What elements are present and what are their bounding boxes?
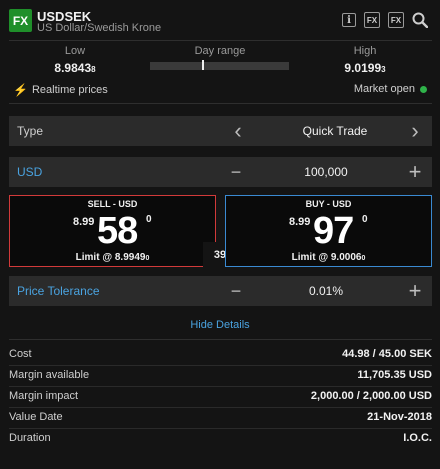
realtime-label: Realtime prices (31, 84, 108, 96)
sell-price-prefix: 8.99 (73, 216, 95, 228)
sell-price-fraction: 0 (146, 214, 152, 225)
status-divider (9, 103, 432, 104)
amount-row: USD − 100,000 + (9, 157, 432, 187)
detail-value: 21-Nov-2018 (367, 411, 432, 423)
low-label: Low (64, 45, 86, 57)
detail-value: 11,705.35 USD (357, 369, 432, 381)
detail-row-value-date: Value Date 21-Nov-2018 (9, 407, 432, 428)
tolerance-increase-button[interactable]: + (403, 278, 427, 303)
buy-button[interactable]: BUY - USD 8.99 97 0 Limit @ 9.00060 (225, 195, 432, 267)
buy-title: BUY - USD (305, 199, 352, 209)
tolerance-decrease-button[interactable]: − (224, 279, 248, 303)
chevron-right-icon[interactable]: › (403, 118, 427, 143)
hide-details-link[interactable]: Hide Details (0, 319, 440, 331)
detail-value: 2,000.00 / 2,000.00 USD (310, 390, 432, 402)
amount-input[interactable]: 100,000 (251, 165, 401, 179)
amount-currency-label: USD (17, 165, 43, 179)
detail-key: Cost (9, 348, 32, 360)
day-range-label: Day range (194, 45, 246, 57)
high-value-pip: 3 (381, 65, 386, 74)
detail-key: Margin impact (9, 390, 79, 402)
tolerance-input[interactable]: 0.01% (251, 284, 401, 298)
sell-title: SELL - USD (87, 199, 138, 209)
low-value: 8.98438 (40, 61, 110, 75)
info-icon[interactable]: i (342, 13, 356, 27)
high-value-main: 9.0199 (344, 61, 382, 75)
detail-row-margin-available: Margin available 11,705.35 USD (9, 365, 432, 386)
order-type-value: Quick Trade (302, 124, 368, 138)
amount-decrease-button[interactable]: − (224, 160, 248, 184)
high-value: 9.01993 (330, 61, 400, 75)
buy-price-pips: 97 (313, 210, 354, 252)
buy-price-prefix: 8.99 (289, 216, 311, 228)
instrument-header: FX USDSEK US Dollar/Swedish Krone i FX F… (0, 0, 440, 40)
sell-limit-pip: 0 (145, 255, 150, 262)
fx-alert-icon[interactable]: FX (388, 12, 404, 28)
market-open-dot-icon (420, 85, 427, 93)
amount-increase-button[interactable]: + (403, 159, 427, 184)
low-value-pip: 8 (91, 65, 96, 74)
detail-row-duration: Duration I.O.C. (9, 428, 432, 449)
detail-key: Margin available (9, 369, 90, 381)
sell-button[interactable]: SELL - USD 8.99 58 0 Limit @ 8.99490 (9, 195, 216, 267)
lightning-icon: ⚡ (13, 83, 28, 97)
detail-row-margin-impact: Margin impact 2,000.00 / 2,000.00 USD (9, 386, 432, 407)
high-label: High (353, 45, 377, 57)
header-divider (9, 40, 432, 41)
detail-value: 44.98 / 45.00 SEK (342, 348, 432, 360)
detail-key: Duration (9, 432, 51, 444)
day-range-marker (201, 60, 204, 70)
detail-key: Value Date (9, 411, 63, 423)
price-tolerance-row: Price Tolerance − 0.01% + (9, 276, 432, 306)
low-value-main: 8.9843 (54, 61, 92, 75)
buy-limit-pip: 0 (361, 255, 366, 262)
sell-limit: Limit @ 8.99490 (10, 252, 215, 263)
buy-limit: Limit @ 9.00060 (226, 252, 431, 263)
market-status: Market open (354, 83, 427, 95)
price-tolerance-label[interactable]: Price Tolerance (17, 284, 100, 298)
day-range-bar (150, 62, 289, 70)
search-icon[interactable] (412, 12, 428, 28)
fx-chart-icon[interactable]: FX (364, 12, 380, 28)
details-divider (9, 339, 432, 340)
instrument-name: US Dollar/Swedish Krone (37, 22, 162, 34)
sell-limit-text: Limit @ 8.9949 (75, 252, 146, 263)
order-type-label: Type (17, 124, 44, 138)
fx-badge: FX (9, 9, 32, 32)
header-toolbar: i FX FX (342, 12, 428, 28)
realtime-status: ⚡ Realtime prices (13, 83, 108, 97)
chevron-left-icon[interactable]: ‹ (226, 118, 250, 143)
detail-value: I.O.C. (403, 432, 432, 444)
buy-limit-text: Limit @ 9.0006 (291, 252, 362, 263)
buy-price-fraction: 0 (362, 214, 368, 225)
market-label: Market open (353, 83, 415, 95)
sell-price-pips: 58 (97, 210, 138, 252)
detail-row-cost: Cost 44.98 / 45.00 SEK (9, 344, 432, 365)
order-type-row: Type ‹ Quick Trade › (9, 116, 432, 146)
